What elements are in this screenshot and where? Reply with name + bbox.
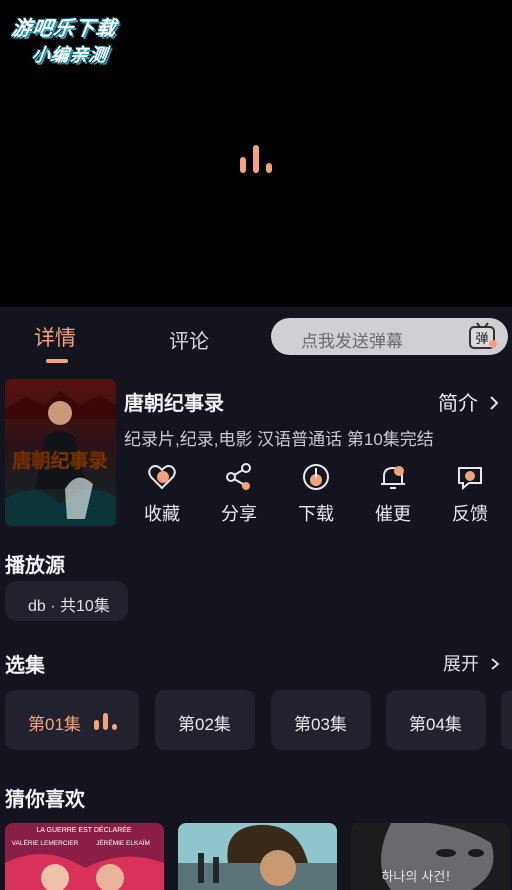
feedback-button[interactable]: 反馈 [440,462,500,526]
svg-text:唐朝纪事录: 唐朝纪事录 [12,449,107,472]
episode-item[interactable]: 第04集 [386,690,486,750]
chevron-right-icon [489,396,498,410]
episode-item[interactable]: 第01集 [5,690,139,750]
recommend-card[interactable] [178,823,337,890]
expand-label: 展开 [443,654,479,674]
loading-icon [238,143,278,173]
favorite-button[interactable]: 收藏 [132,462,192,526]
source-chip-label: db · 共10集 [28,598,110,615]
episode-item-partial[interactable] [501,690,512,750]
share-icon [226,463,251,490]
watermark-line1: 游吧乐下载 [9,16,119,40]
intro-label: 简介 [438,393,478,415]
watermark-line2: 小编亲测 [30,45,110,66]
favorite-label: 收藏 [144,504,180,524]
bell-icon [381,466,405,489]
episodes-section-title: 选集 [5,655,45,677]
svg-text:VALÉRIE LEMERCIER: VALÉRIE LEMERCIER [12,838,79,847]
share-label: 分享 [221,504,257,524]
detail-panel: 详情 评论 点我发送弹幕 弹 唐朝纪事录 唐朝纪事录 简介 纪录片,纪录,电影 … [0,307,512,890]
remind-update-button[interactable]: 催更 [363,462,423,526]
danmu-placeholder: 点我发送弹幕 [301,332,403,351]
download-button[interactable]: 下载 [286,462,346,526]
episode-label: 第01集 [28,715,81,734]
source-chip[interactable]: db · 共10集 [5,581,128,621]
heart-icon [148,465,176,490]
episode-item[interactable]: 第03集 [271,690,371,750]
episode-label: 第04集 [409,715,462,734]
action-bar: 收藏 分享 下载 催更 反馈 [124,462,512,532]
feedback-icon [458,467,482,491]
intro-button[interactable]: 简介 [438,387,500,416]
svg-text:하나의 사건!: 하나의 사건! [381,870,450,885]
remind-update-label: 催更 [375,504,411,524]
danmu-input[interactable]: 点我发送弹幕 弹 [271,318,508,355]
episode-label: 第02集 [178,715,231,734]
video-player[interactable]: 游吧乐下载 小编亲测 [0,0,512,307]
show-title: 唐朝纪事录 [124,393,224,415]
tab-active-indicator [46,359,68,363]
expand-episodes-button[interactable]: 展开 [443,650,500,676]
chevron-right-icon [491,658,500,670]
recommend-card[interactable]: LA GUERRE EST DÉCLARÉE VALÉRIE LEMERCIER… [5,823,164,890]
episode-item[interactable]: 第02集 [155,690,255,750]
show-meta: 纪录片,纪录,电影 汉语普通话 第10集完结 [124,430,434,449]
watermark-logo: 游吧乐下载 小编亲测 [6,12,152,67]
tab-comments[interactable]: 评论 [169,325,209,354]
svg-text:JÉRÉMIE ELKAÏM: JÉRÉMIE ELKAÏM [96,838,150,847]
svg-text:LA GUERRE EST DÉCLARÉE: LA GUERRE EST DÉCLARÉE [36,825,132,834]
download-icon [303,464,329,490]
feedback-label: 反馈 [452,504,488,524]
share-button[interactable]: 分享 [209,462,269,526]
recommend-section-title: 猜你喜欢 [5,789,85,811]
download-label: 下载 [298,504,334,524]
danmu-toggle-icon[interactable]: 弹 [468,322,498,350]
show-poster[interactable]: 唐朝纪事录 [5,379,116,526]
tab-details[interactable]: 详情 [34,322,76,352]
episode-label: 第03集 [294,715,347,734]
source-section-title: 播放源 [5,555,65,577]
svg-text:弹: 弹 [475,332,488,347]
recommend-card[interactable]: 하나의 사건! [351,823,510,890]
playing-icon [94,713,117,730]
tab-bar: 详情 评论 点我发送弹幕 弹 [0,307,512,367]
